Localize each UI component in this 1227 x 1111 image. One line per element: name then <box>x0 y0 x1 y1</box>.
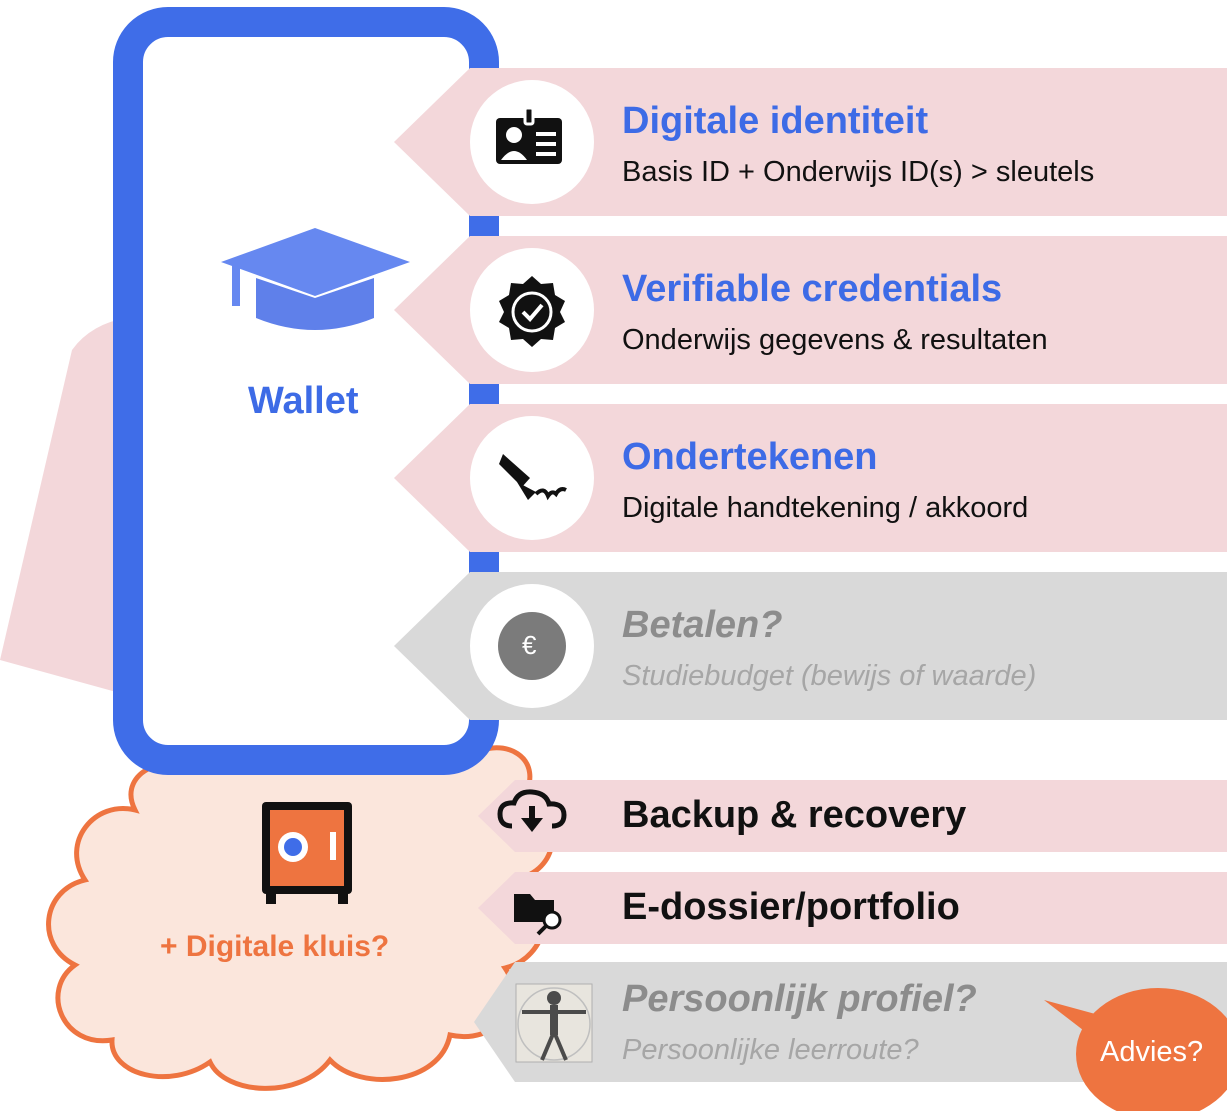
vault-item-backup: Backup & recovery <box>622 794 967 836</box>
profile-subtitle: Persoonlijke leerroute? <box>622 1034 919 1066</box>
feature-title-pay: Betalen? <box>622 604 783 646</box>
vault-label: + Digitale kluis? <box>160 930 390 963</box>
wallet-label: Wallet <box>248 380 359 422</box>
profile-title: Persoonlijk profiel? <box>622 978 977 1020</box>
feature-subtitle-credentials: Onderwijs gegevens & resultaten <box>622 324 1048 356</box>
euro-symbol: € <box>522 630 537 660</box>
feature-subtitle-sign: Digitale handtekening / akkoord <box>622 492 1029 524</box>
feature-subtitle-pay: Studiebudget (bewijs of waarde) <box>622 660 1037 692</box>
advice-label: Advies? <box>1100 1036 1204 1068</box>
feature-subtitle-identity: Basis ID + Onderwijs ID(s) > sleutels <box>622 156 1095 188</box>
vitruvian-man-icon <box>515 983 593 1063</box>
icon-circle-sign <box>470 416 594 540</box>
vault-cloud <box>46 723 555 1091</box>
feature-title-credentials: Verifiable credentials <box>622 268 1003 310</box>
feature-title-sign: Ondertekenen <box>622 436 878 478</box>
safe-icon <box>262 802 352 904</box>
feature-title-identity: Digitale identiteit <box>622 100 929 142</box>
vault-item-edossier: E-dossier/portfolio <box>622 886 960 928</box>
